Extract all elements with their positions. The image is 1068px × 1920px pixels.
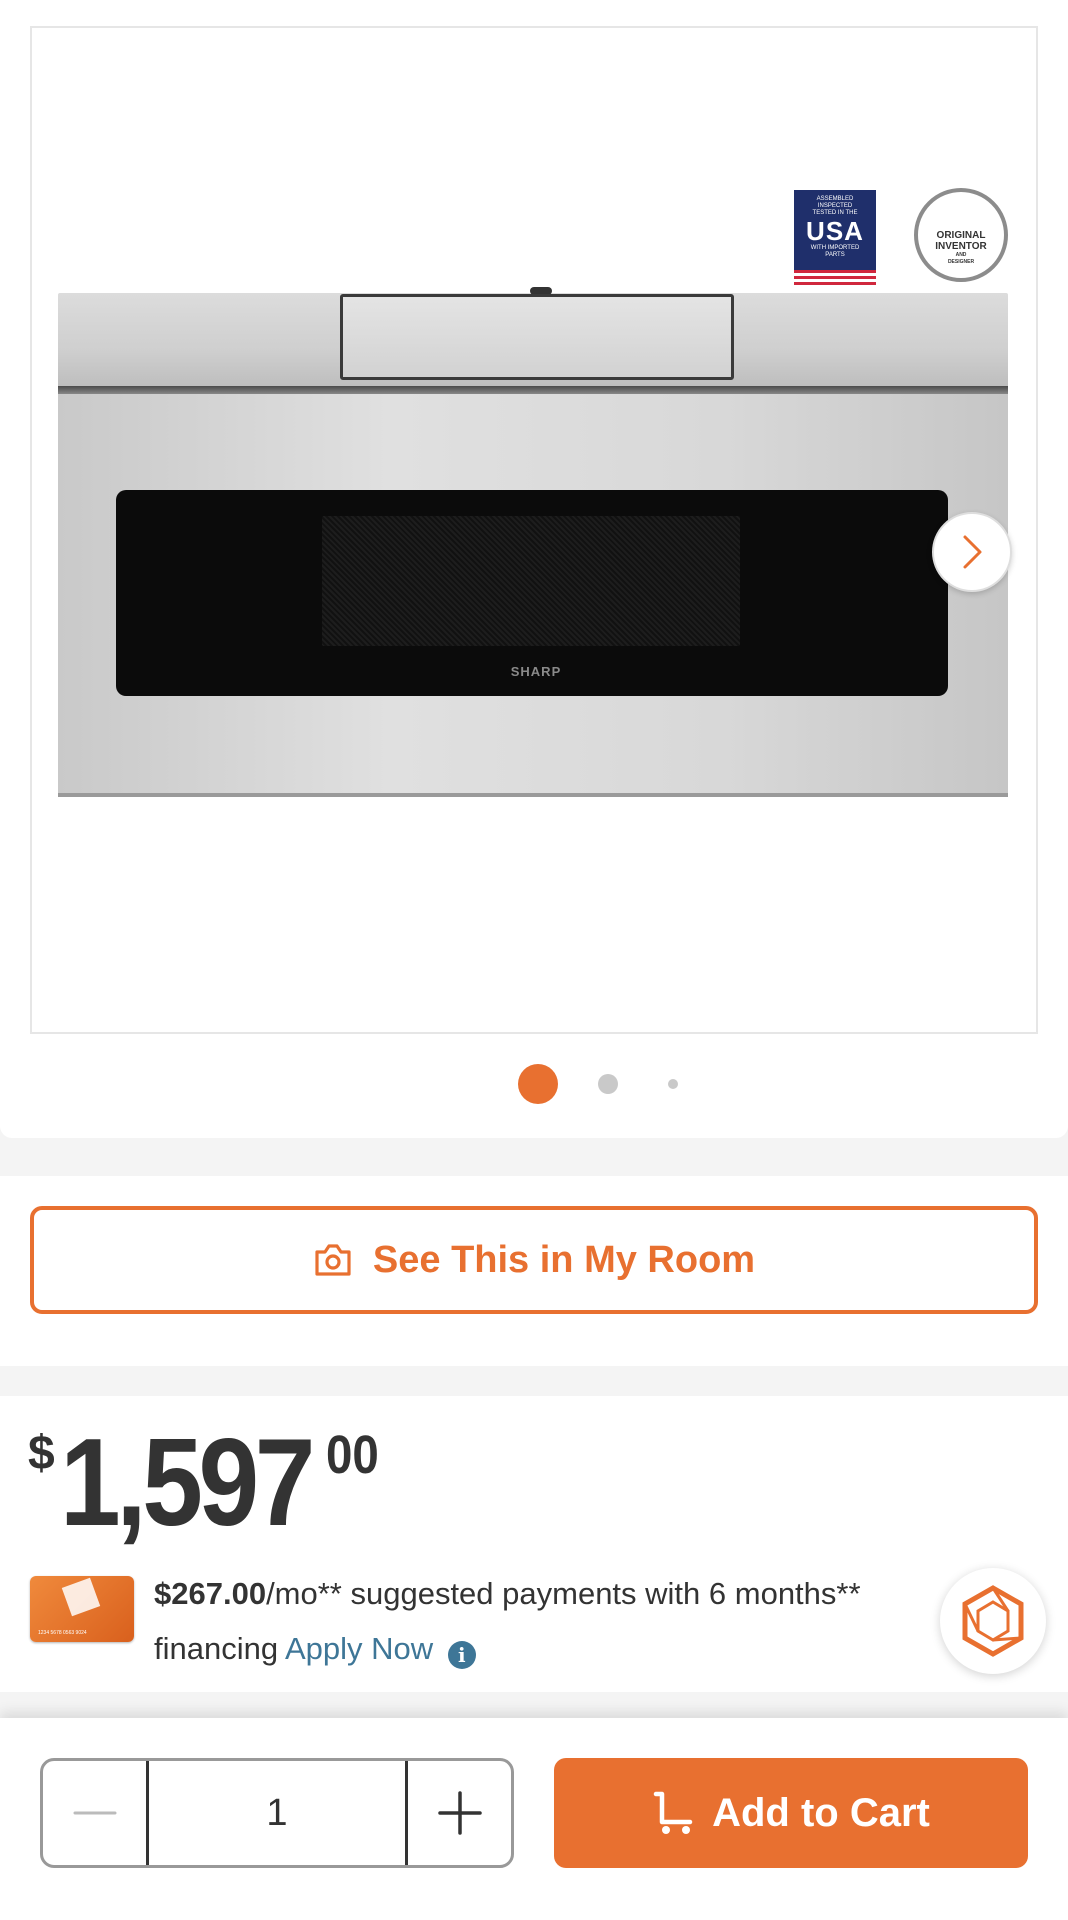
brand-logo: SHARP	[510, 664, 562, 679]
add-to-cart-button[interactable]: Add to Cart	[554, 1758, 1028, 1868]
cart-icon	[653, 1791, 693, 1834]
monthly-payment: $267.00	[154, 1576, 267, 1611]
price-cents: 00	[326, 1425, 379, 1485]
original-inventor-badge: ORIGINAL INVENTOR AND DESIGNER	[914, 188, 1008, 282]
camera-icon	[315, 1244, 351, 1276]
quantity-input[interactable]: 1	[149, 1761, 405, 1865]
minus-icon	[73, 1811, 116, 1815]
hexagon-assistant-icon	[962, 1585, 1024, 1657]
pricing-section: $ 1,597 00 1234 5678 0563 9024 $267.00/m…	[0, 1396, 1068, 1692]
assistant-button[interactable]	[940, 1568, 1046, 1674]
quantity-stepper: 1	[40, 1758, 514, 1868]
microwave-drawer-handle	[340, 294, 734, 380]
product-gallery: SHARP ASSEMBLED INSPECTED TESTED IN THE …	[0, 0, 1068, 1138]
usa-badge: ASSEMBLED INSPECTED TESTED IN THE USA WI…	[794, 190, 876, 286]
carousel-dots	[0, 1062, 1068, 1106]
decrease-quantity-button[interactable]	[43, 1761, 149, 1865]
carousel-dot-active[interactable]	[518, 1064, 558, 1104]
purchase-bar: 1 Add to Cart	[0, 1718, 1068, 1920]
apply-now-link[interactable]: Apply Now	[285, 1631, 433, 1666]
price-currency: $	[28, 1427, 55, 1480]
carousel-dot[interactable]	[598, 1074, 618, 1094]
financing-text: $267.00/mo** suggested payments with 6 m…	[154, 1576, 861, 1669]
next-image-button[interactable]	[932, 512, 1012, 592]
credit-card-image: 1234 5678 0563 9024	[30, 1576, 134, 1642]
chevron-right-icon	[963, 535, 982, 569]
add-to-cart-label: Add to Cart	[712, 1790, 930, 1835]
price-dollars: 1,597	[60, 1414, 315, 1552]
increase-quantity-button[interactable]	[405, 1761, 511, 1865]
plus-icon	[437, 1791, 482, 1835]
product-image[interactable]: SHARP ASSEMBLED INSPECTED TESTED IN THE …	[30, 26, 1038, 1034]
see-in-my-room-button[interactable]: See This in My Room	[30, 1206, 1038, 1314]
ar-section: See This in My Room	[0, 1176, 1068, 1366]
store-logo-icon	[61, 1577, 101, 1617]
carousel-dot[interactable]	[668, 1079, 678, 1089]
info-icon[interactable]: i	[447, 1641, 476, 1669]
see-in-my-room-label: See This in My Room	[372, 1238, 756, 1281]
